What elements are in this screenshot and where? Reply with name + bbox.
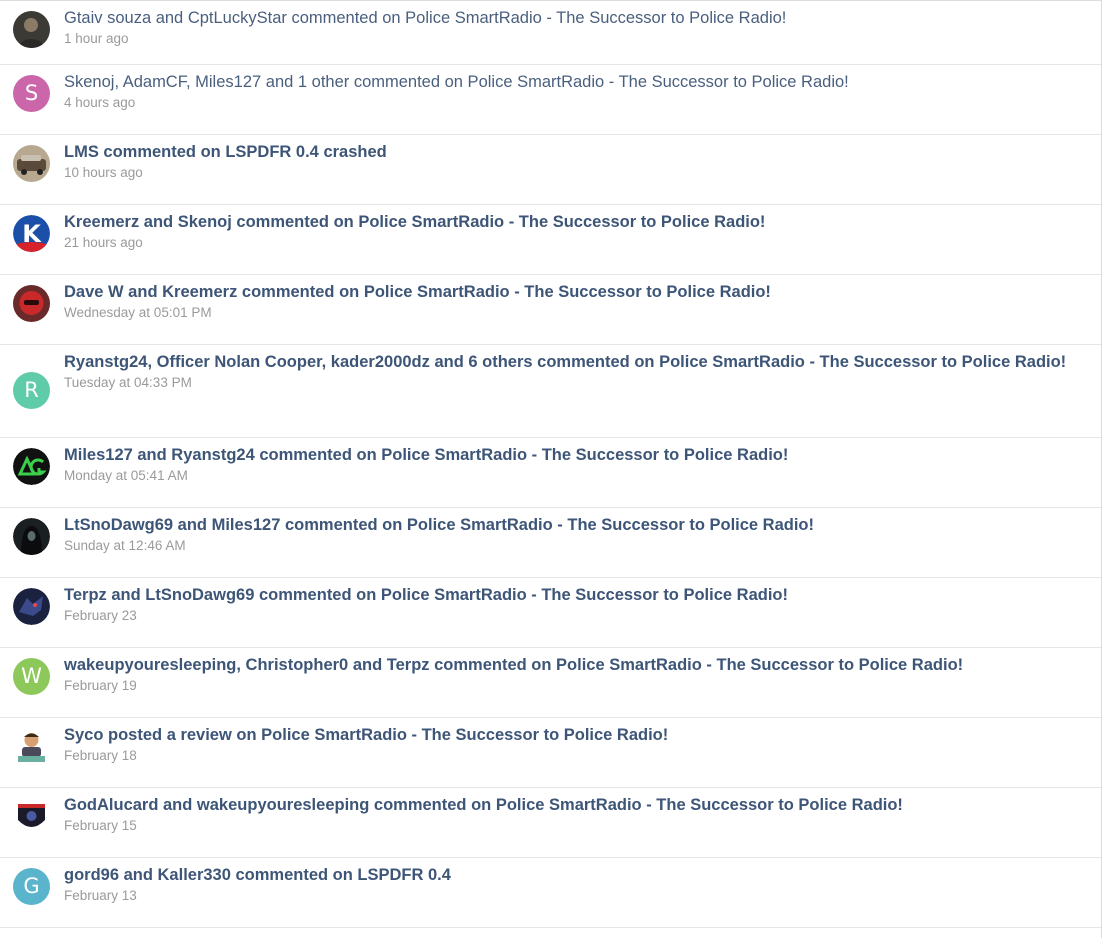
activity-text[interactable]: Dave W and Kreemerz commented on Police …	[64, 281, 1081, 303]
red-helmet-icon[interactable]	[13, 285, 50, 322]
activity-text[interactable]: LtSnoDawg69 and Miles127 commented on Po…	[64, 514, 1081, 536]
activity-time: February 23	[64, 608, 137, 623]
cartoon-person-icon[interactable]	[13, 728, 50, 765]
activity-text[interactable]: Miles127 and Ryanstg24 commented on Poli…	[64, 444, 1081, 466]
activity-time: 1 hour ago	[64, 31, 129, 46]
activity-item[interactable]: LtSnoDawg69 and Miles127 commented on Po…	[0, 508, 1101, 578]
user-avatar-letter[interactable]: R	[13, 372, 50, 409]
activity-text[interactable]: Ryanstg24, Officer Nolan Cooper, kader20…	[64, 351, 1081, 373]
avatar-letter: R	[24, 378, 39, 402]
activity-time: 21 hours ago	[64, 235, 143, 250]
activity-item[interactable]: Dave W and Kreemerz commented on Police …	[0, 275, 1101, 345]
avatar-letter: G	[23, 874, 40, 898]
activity-text[interactable]: GodAlucard and wakeupyouresleeping comme…	[64, 794, 1081, 816]
activity-time: 4 hours ago	[64, 95, 136, 110]
activity-item[interactable]: Gtaiv souza and CptLuckyStar commented o…	[0, 1, 1101, 65]
badge-icon[interactable]	[13, 798, 50, 835]
activity-time: February 13	[64, 888, 137, 903]
activity-time: 10 hours ago	[64, 165, 143, 180]
user-avatar-letter[interactable]: W	[13, 658, 50, 695]
activity-text[interactable]: Kreemerz and Skenoj commented on Police …	[64, 211, 1081, 233]
activity-item[interactable]: Terpz and LtSnoDawg69 commented on Polic…	[0, 578, 1101, 648]
activity-text[interactable]: gord96 and Kaller330 commented on LSPDFR…	[64, 864, 1081, 886]
activity-time: February 18	[64, 748, 137, 763]
user-avatar-photo-icon[interactable]	[13, 11, 50, 48]
hooded-figure-icon[interactable]	[13, 518, 50, 555]
activity-time: Tuesday at 04:33 PM	[64, 375, 192, 390]
activity-time: Wednesday at 05:01 PM	[64, 305, 212, 320]
activity-time: February 15	[64, 818, 137, 833]
avatar-letter: S	[24, 81, 39, 105]
activity-item[interactable]: G gord96 and Kaller330 commented on LSPD…	[0, 858, 1101, 928]
activity-text[interactable]: Terpz and LtSnoDawg69 commented on Polic…	[64, 584, 1081, 606]
activity-time: Sunday at 12:46 AM	[64, 538, 186, 553]
activity-item[interactable]: W wakeupyouresleeping, Christopher0 and …	[0, 648, 1101, 718]
activity-item[interactable]: K Kreemerz and Skenoj commented on Polic…	[0, 205, 1101, 275]
activity-list: Gtaiv souza and CptLuckyStar commented o…	[0, 0, 1102, 938]
activity-item[interactable]: S Skenoj, AdamCF, Miles127 and 1 other c…	[0, 65, 1101, 135]
activity-time: Monday at 05:41 AM	[64, 468, 188, 483]
user-avatar-letter[interactable]: G	[13, 868, 50, 905]
avatar-letter: W	[21, 664, 42, 688]
activity-time: February 19	[64, 678, 137, 693]
activity-item[interactable]: LMS commented on LSPDFR 0.4 crashed 10 h…	[0, 135, 1101, 205]
svg-text:K: K	[22, 220, 42, 248]
user-avatar-letter[interactable]: S	[13, 75, 50, 112]
activity-item[interactable]: Syco posted a review on Police SmartRadi…	[0, 718, 1101, 788]
activity-item[interactable]: Miles127 and Ryanstg24 commented on Poli…	[0, 438, 1101, 508]
activity-text[interactable]: LMS commented on LSPDFR 0.4 crashed	[64, 141, 1081, 163]
activity-item[interactable]: R Ryanstg24, Officer Nolan Cooper, kader…	[0, 345, 1101, 438]
k-logo-icon[interactable]: K	[13, 215, 50, 252]
activity-text[interactable]: Gtaiv souza and CptLuckyStar commented o…	[64, 7, 1081, 29]
activity-text[interactable]: wakeupyouresleeping, Christopher0 and Te…	[64, 654, 1081, 676]
ag-logo-icon[interactable]	[13, 448, 50, 485]
user-avatar-photo-icon[interactable]	[13, 145, 50, 182]
activity-text[interactable]: Skenoj, AdamCF, Miles127 and 1 other com…	[64, 71, 1081, 93]
dragon-icon[interactable]	[13, 588, 50, 625]
activity-item[interactable]: GodAlucard and wakeupyouresleeping comme…	[0, 788, 1101, 858]
activity-text[interactable]: Syco posted a review on Police SmartRadi…	[64, 724, 1081, 746]
